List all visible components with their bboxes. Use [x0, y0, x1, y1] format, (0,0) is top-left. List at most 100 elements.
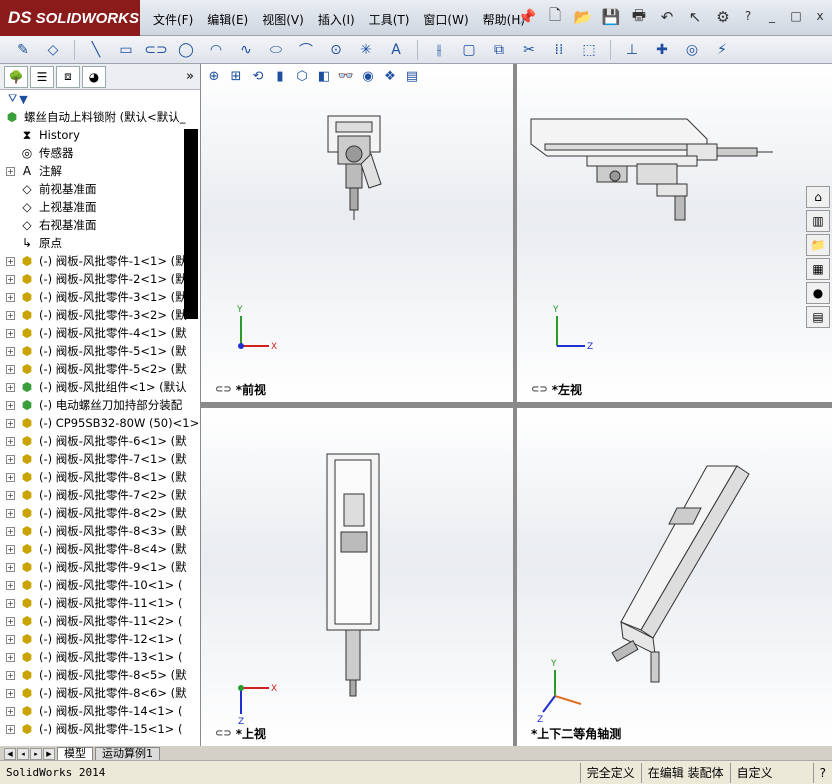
view-orientation-icon[interactable]: ⬡ — [293, 67, 311, 85]
expand-plus-icon[interactable]: + — [6, 490, 15, 500]
point-icon[interactable]: ⊙ — [323, 39, 349, 61]
mirror-icon[interactable]: ⫲ — [426, 39, 452, 61]
displaymanager-tab-icon[interactable]: ◕ — [82, 65, 106, 88]
expand-plus-icon[interactable]: + — [6, 580, 15, 590]
expand-plus-icon[interactable]: + — [6, 724, 15, 734]
ellipse-icon[interactable]: ⬭ — [263, 39, 289, 61]
tree-item[interactable]: + ⬢ (-) 阀板-风批零件-1<1> (默 — [0, 252, 200, 270]
prev-tab-icon[interactable]: ◂ — [17, 748, 29, 760]
rapid-sketch-icon[interactable]: ⚡ — [709, 39, 735, 61]
arc-icon[interactable]: ◠ — [203, 39, 229, 61]
edit-appearance-icon[interactable]: ◉ — [359, 67, 377, 85]
featuremanager-tab-icon[interactable]: 🌳 — [4, 65, 28, 88]
tree-item[interactable]: ◇ 上视基准面 — [0, 198, 200, 216]
menu-file[interactable]: 文件(F) — [146, 8, 200, 31]
menu-insert[interactable]: 插入(I) — [311, 8, 362, 31]
appearances-icon[interactable]: ● — [806, 282, 830, 304]
tree-item[interactable]: ↳ 原点 — [0, 234, 200, 252]
tree-item[interactable]: + ⬢ (-) 阀板-风批零件-8<2> (默 — [0, 504, 200, 522]
expand-plus-icon[interactable]: + — [6, 634, 15, 644]
expand-plus-icon[interactable]: + — [6, 382, 15, 392]
zoom-area-icon[interactable]: ⊞ — [227, 67, 245, 85]
expand-plus-icon[interactable]: + — [6, 256, 15, 266]
expand-plus-icon[interactable]: + — [6, 274, 15, 284]
line-icon[interactable]: ╲ — [83, 39, 109, 61]
tree-item[interactable]: ◇ 前视基准面 — [0, 180, 200, 198]
smart-dimension-icon[interactable]: ◇ — [40, 39, 66, 61]
select-arrow-icon[interactable]: ↖ — [684, 6, 706, 28]
design-library-icon[interactable]: ▥ — [806, 210, 830, 232]
centerline-icon[interactable]: ✳ — [353, 39, 379, 61]
expand-plus-icon[interactable]: + — [6, 544, 15, 554]
expand-plus-icon[interactable]: + — [6, 652, 15, 662]
isometric-viewport[interactable]: Y Z *上下二等角轴测 — [517, 408, 832, 746]
tree-item[interactable]: + ⬢ (-) 阀板-风批零件-10<1> ( — [0, 576, 200, 594]
tree-item[interactable]: + ⬢ (-) 阀板-风批零件-11<1> ( — [0, 594, 200, 612]
pin-icon[interactable]: 📌 — [516, 6, 538, 28]
file-explorer-icon[interactable]: 📁 — [806, 234, 830, 256]
panel-expand-button[interactable]: » — [186, 69, 194, 84]
repair-icon[interactable]: ✚ — [649, 39, 675, 61]
tree-item[interactable]: + ⬢ (-) 阀板-风批零件-5<1> (默 — [0, 342, 200, 360]
expand-plus-icon[interactable]: + — [6, 598, 15, 608]
tree-item[interactable]: + ⬢ (-) 阀板-风批零件-8<3> (默 — [0, 522, 200, 540]
expand-plus-icon[interactable]: + — [6, 454, 15, 464]
convert-entities-icon[interactable]: ▢ — [456, 39, 482, 61]
link-views-icon[interactable]: ⊂⊃ — [215, 728, 232, 739]
tree-item[interactable]: + ⬢ (-) CP95SB32-80W (50)<1> — [0, 414, 200, 432]
rectangle-icon[interactable]: ▭ — [113, 39, 139, 61]
tree-item[interactable]: + ⬢ (-) 阀板-风批零件-8<4> (默 — [0, 540, 200, 558]
sketch-icon[interactable]: ✎ — [10, 39, 36, 61]
offset-icon[interactable]: ⧉ — [486, 39, 512, 61]
tree-item[interactable]: + ⬢ (-) 阀板-风批零件-15<1> ( — [0, 720, 200, 738]
relations-icon[interactable]: ⊥ — [619, 39, 645, 61]
tree-item[interactable]: + ⬢ (-) 阀板-风批零件-9<1> (默 — [0, 558, 200, 576]
tree-item[interactable]: + ⬢ (-) 电动螺丝刀加持部分装配 — [0, 396, 200, 414]
tree-item[interactable]: + ⬢ (-) 阀板-风批零件-2<1> (默 — [0, 270, 200, 288]
display-style-icon[interactable]: ◧ — [315, 67, 333, 85]
first-tab-icon[interactable]: ◀ — [4, 748, 16, 760]
expand-plus-icon[interactable]: + — [6, 328, 15, 338]
options-gear-icon[interactable]: ⚙ — [712, 6, 734, 28]
tree-filter[interactable]: ⛛ ▼ — [0, 90, 200, 108]
solidworks-logo[interactable]: DS SOLIDWORKS — [0, 0, 140, 36]
last-tab-icon[interactable]: ▶ — [43, 748, 55, 760]
undo-icon[interactable]: ↶ — [656, 6, 678, 28]
tree-item[interactable]: + ⬢ (-) 阀板-风批零件-8<5> (默 — [0, 666, 200, 684]
trim-icon[interactable]: ✂ — [516, 39, 542, 61]
configurationmanager-tab-icon[interactable]: ⧈ — [56, 65, 80, 88]
menu-window[interactable]: 窗口(W) — [416, 8, 475, 31]
tree-item[interactable]: + A 注解 — [0, 162, 200, 180]
menu-view[interactable]: 视图(V) — [255, 8, 311, 31]
minimize-button[interactable]: _ — [764, 8, 780, 24]
tree-item[interactable]: + ⬢ (-) 阀板-风批零件-13<1> ( — [0, 648, 200, 666]
expand-plus-icon[interactable]: + — [6, 526, 15, 536]
tree-item[interactable]: + ⬢ (-) 阀板-风批组件<1> (默认 — [0, 378, 200, 396]
top-viewport[interactable]: X Z ⊂⊃ *上视 — [201, 408, 513, 746]
menu-edit[interactable]: 编辑(E) — [200, 8, 255, 31]
tree-item[interactable]: + ⬢ (-) 阀板-风批零件-7<2> (默 — [0, 486, 200, 504]
tree-item[interactable]: + ⬢ (-) 阀板-风批零件-7<1> (默 — [0, 450, 200, 468]
maximize-button[interactable]: □ — [788, 8, 804, 24]
tree-item[interactable]: + ⬢ (-) 阀板-风批零件-12<1> ( — [0, 630, 200, 648]
expand-plus-icon[interactable]: + — [6, 400, 15, 410]
tree-item[interactable]: + ⬢ (-) 阀板-风批零件-3<1> (默 — [0, 288, 200, 306]
custom-properties-icon[interactable]: ▤ — [806, 306, 830, 328]
apply-scene-icon[interactable]: ❖ — [381, 67, 399, 85]
linear-pattern-icon[interactable]: ⁞⁞ — [546, 39, 572, 61]
expand-plus-icon[interactable]: + — [6, 472, 15, 482]
front-viewport[interactable]: Y X ⊂⊃ *前视 — [201, 64, 513, 402]
tab-motion-study[interactable]: 运动算例1 — [95, 747, 160, 760]
zoom-to-fit-icon[interactable]: ⊕ — [205, 67, 223, 85]
tree-item[interactable]: + ⬢ (-) 阀板-风批零件-14<1> ( — [0, 702, 200, 720]
expand-plus-icon[interactable]: + — [6, 292, 15, 302]
spline-icon[interactable]: ∿ — [233, 39, 259, 61]
menu-tools[interactable]: 工具(T) — [362, 8, 417, 31]
next-tab-icon[interactable]: ▸ — [30, 748, 42, 760]
quick-snaps-icon[interactable]: ◎ — [679, 39, 705, 61]
expand-plus-icon[interactable]: + — [6, 670, 15, 680]
status-help-icon[interactable]: ? — [812, 762, 832, 783]
expand-plus-icon[interactable]: + — [6, 562, 15, 572]
tree-rollback-bar[interactable] — [184, 129, 198, 319]
tree-item[interactable]: ⬢ 螺丝自动上料锁附 (默认<默认_ — [0, 108, 200, 126]
